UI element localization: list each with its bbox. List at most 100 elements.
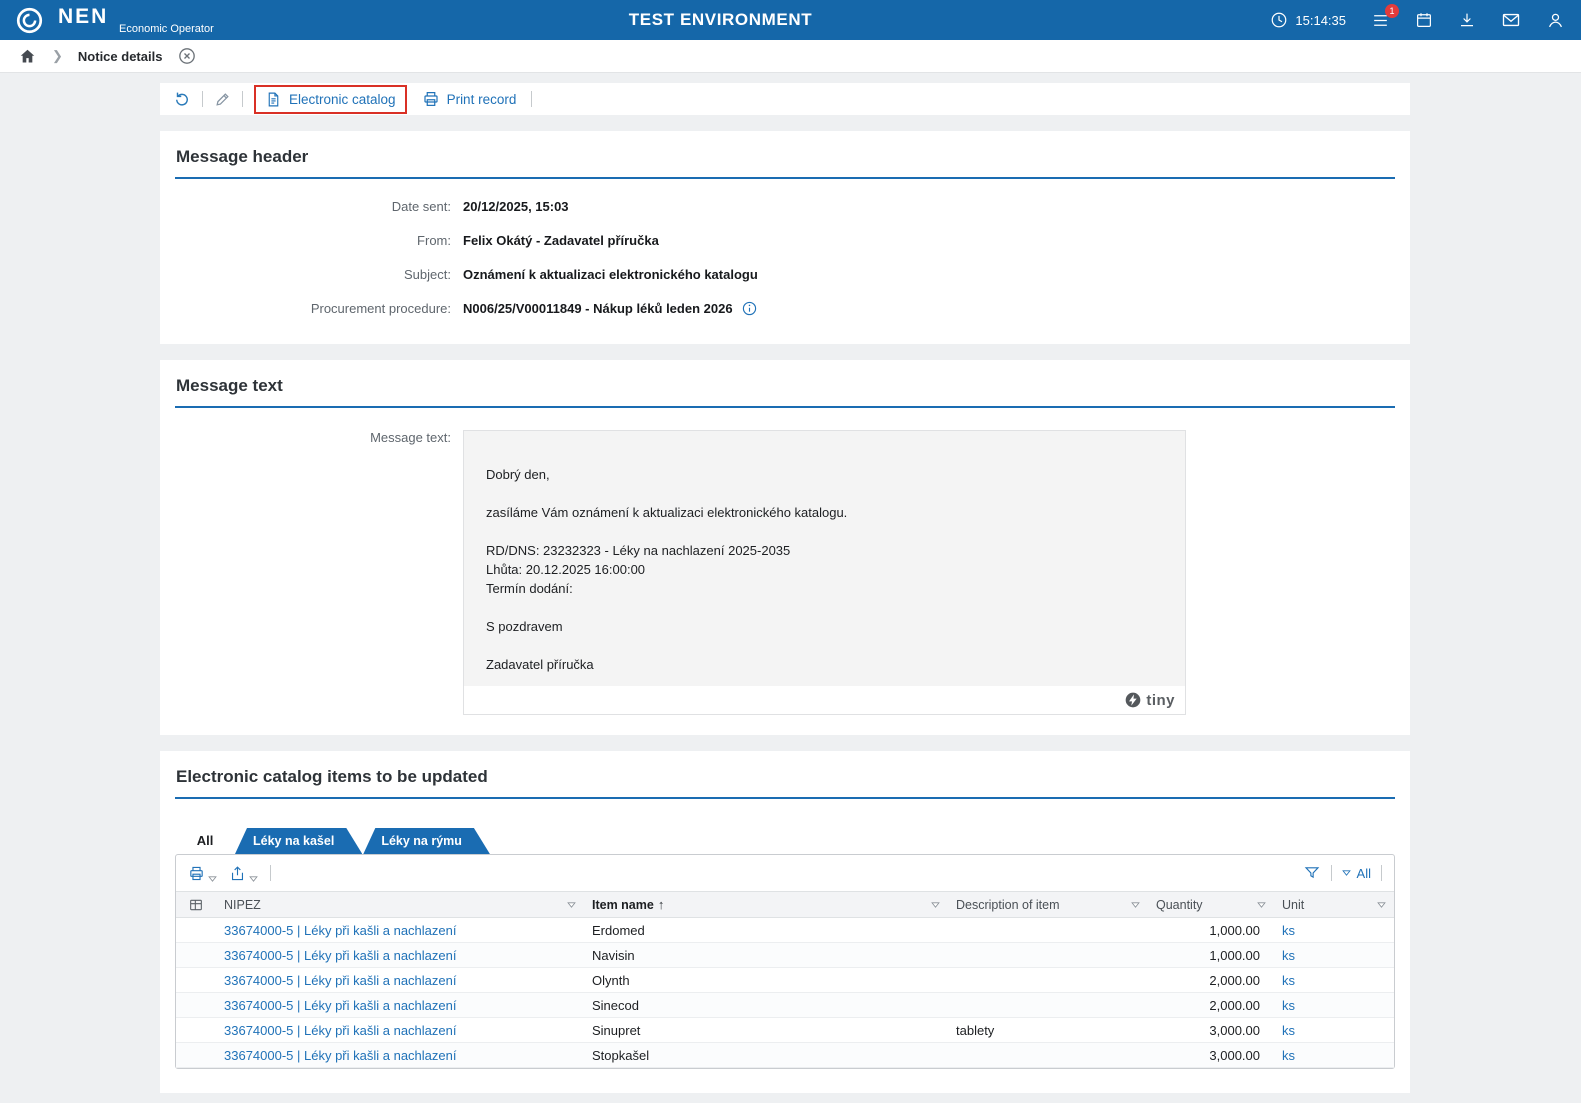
calendar-icon[interactable] — [1415, 11, 1433, 29]
quantity-cell: 2,000.00 — [1209, 972, 1260, 988]
table-row[interactable]: 33674000-5 | Léky při kašli a nachlazení… — [176, 1043, 1394, 1068]
item-name-cell: Olynth — [592, 972, 630, 988]
document-icon — [268, 92, 279, 106]
column-header-unit[interactable]: Unit — [1274, 892, 1394, 917]
printer-icon — [190, 866, 203, 880]
column-header-quantity[interactable]: Quantity — [1148, 892, 1274, 917]
notification-badge: 1 — [1385, 3, 1399, 18]
user-icon[interactable] — [1546, 11, 1565, 30]
unit-cell[interactable]: ks — [1274, 948, 1394, 963]
message-line: S pozdravem — [486, 619, 563, 634]
close-tab-icon[interactable] — [177, 46, 197, 66]
item-name-cell: Sinupret — [592, 1022, 641, 1038]
export-icon — [231, 865, 244, 880]
environment-title: TEST ENVIRONMENT — [628, 10, 813, 29]
grid-body: 33674000-5 | Léky při kašli a nachlazení… — [176, 918, 1394, 1068]
field-value: Oznámení k aktualizaci elektronického ka… — [463, 267, 758, 282]
dropdown-triangle-icon — [249, 875, 258, 882]
grid-columns-icon — [190, 899, 202, 910]
field-from: From: Felix Okátý - Zadavatel příručka — [175, 231, 1395, 250]
current-time: 15:14:35 — [1295, 12, 1346, 28]
field-label: From: — [417, 233, 451, 248]
history-back-icon[interactable] — [173, 90, 191, 108]
description-cell: tablety — [956, 1022, 995, 1038]
quantity-cell: 1,000.00 — [1209, 922, 1260, 938]
tab-leky-na-kasel[interactable]: Léky na kašel — [235, 828, 362, 854]
filter-scope-dropdown[interactable]: All — [1341, 865, 1371, 881]
field-date-sent: Date sent: 20/12/2025, 15:03 — [175, 197, 1395, 216]
filter-icon[interactable] — [1303, 864, 1321, 882]
nipez-link[interactable]: 33674000-5 | Léky při kašli a nachlazení — [216, 998, 584, 1013]
column-header-description[interactable]: Description of item — [948, 892, 1148, 917]
unit-cell[interactable]: ks — [1274, 923, 1394, 938]
breadcrumb-current: Notice details — [77, 48, 163, 64]
unit-cell[interactable]: ks — [1274, 973, 1394, 988]
nipez-link[interactable]: 33674000-5 | Léky při kašli a nachlazení — [216, 923, 584, 938]
item-name-cell: Navisin — [592, 947, 635, 963]
unit-cell[interactable]: ks — [1274, 1023, 1394, 1038]
column-header-nipez[interactable]: NIPEZ — [216, 892, 584, 917]
print-record-label: Print record — [446, 91, 517, 107]
electronic-catalog-button[interactable]: Electronic catalog — [254, 84, 407, 114]
nipez-link[interactable]: 33674000-5 | Léky při kašli a nachlazení — [216, 1023, 584, 1038]
breadcrumb-chevron-icon: ❯ — [52, 48, 63, 63]
table-row[interactable]: 33674000-5 | Léky při kašli a nachlazení… — [176, 1018, 1394, 1043]
quantity-cell: 3,000.00 — [1209, 1047, 1260, 1063]
table-row[interactable]: 33674000-5 | Léky při kašli a nachlazení… — [176, 993, 1394, 1018]
mail-icon[interactable] — [1501, 10, 1521, 30]
toolbar-separator — [270, 865, 271, 881]
quantity-cell: 3,000.00 — [1209, 1022, 1260, 1038]
dropdown-triangle-icon — [1341, 870, 1351, 876]
toolbar-separator — [1381, 865, 1382, 881]
unit-cell[interactable]: ks — [1274, 1048, 1394, 1063]
column-filter-icon[interactable] — [1257, 901, 1266, 908]
quantity-cell: 2,000.00 — [1209, 997, 1260, 1013]
grid-export-button[interactable] — [229, 865, 258, 882]
catalog-grid: All NIPEZ Item name ↑ Description of ite… — [175, 854, 1395, 1069]
grid-toolbar: All — [176, 855, 1394, 891]
printer-icon — [423, 92, 438, 106]
message-line — [486, 598, 1163, 617]
field-value: N006/25/V00011849 - Nákup léků leden 202… — [463, 301, 733, 316]
table-row[interactable]: 33674000-5 | Léky při kašli a nachlazení… — [176, 968, 1394, 993]
tab-all[interactable]: All — [175, 827, 235, 854]
dropdown-triangle-icon — [208, 875, 217, 882]
message-line — [486, 522, 1163, 541]
top-bar: NEN Economic Operator TEST ENVIRONMENT 1… — [0, 0, 1581, 40]
column-filter-icon[interactable] — [931, 901, 940, 908]
table-row[interactable]: 33674000-5 | Léky při kašli a nachlazení… — [176, 943, 1394, 968]
tiny-logo-text: tiny — [1146, 691, 1175, 709]
notifications-icon[interactable]: 1 — [1371, 3, 1399, 30]
section-rule — [175, 797, 1395, 799]
edit-pencil-icon[interactable] — [214, 91, 231, 108]
column-filter-icon[interactable] — [567, 901, 576, 908]
nipez-link[interactable]: 33674000-5 | Léky při kašli a nachlazení — [216, 973, 584, 988]
table-row[interactable]: 33674000-5 | Léky při kašli a nachlazení… — [176, 918, 1394, 943]
column-filter-icon[interactable] — [1377, 901, 1386, 908]
message-line: zasíláme Vám oznámení k aktualizaci elek… — [486, 505, 848, 520]
download-icon[interactable] — [1458, 11, 1476, 29]
message-text-title: Message text — [176, 376, 283, 395]
message-text-editor: Dobrý den, zasíláme Vám oznámení k aktua… — [463, 430, 1186, 715]
field-procurement-procedure: Procurement procedure: N006/25/V00011849… — [175, 299, 1395, 318]
editor-status-bar: tiny — [464, 686, 1185, 714]
tiny-logo-icon — [1125, 692, 1141, 708]
toolbar-separator — [531, 91, 533, 107]
nipez-link[interactable]: 33674000-5 | Léky při kašli a nachlazení — [216, 948, 584, 963]
column-settings-button[interactable] — [176, 892, 216, 917]
grid-print-button[interactable] — [188, 865, 217, 882]
nipez-link[interactable]: 33674000-5 | Léky při kašli a nachlazení — [216, 1048, 584, 1063]
record-toolbar: Electronic catalog Print record — [160, 83, 1410, 115]
unit-cell[interactable]: ks — [1274, 998, 1394, 1013]
item-name-cell: Sinecod — [592, 997, 639, 1013]
tab-leky-na-rymu[interactable]: Léky na rýmu — [363, 828, 490, 854]
field-value: 20/12/2025, 15:03 — [463, 199, 569, 214]
print-record-button[interactable]: Print record — [418, 86, 521, 112]
filter-scope-label: All — [1356, 865, 1371, 881]
message-line — [486, 484, 1163, 503]
home-icon[interactable] — [18, 47, 37, 66]
column-filter-icon[interactable] — [1131, 901, 1140, 908]
message-text-section: Message text Message text: Dobrý den, za… — [160, 360, 1410, 735]
column-header-item-name[interactable]: Item name ↑ — [584, 892, 948, 917]
info-icon[interactable] — [741, 300, 758, 317]
